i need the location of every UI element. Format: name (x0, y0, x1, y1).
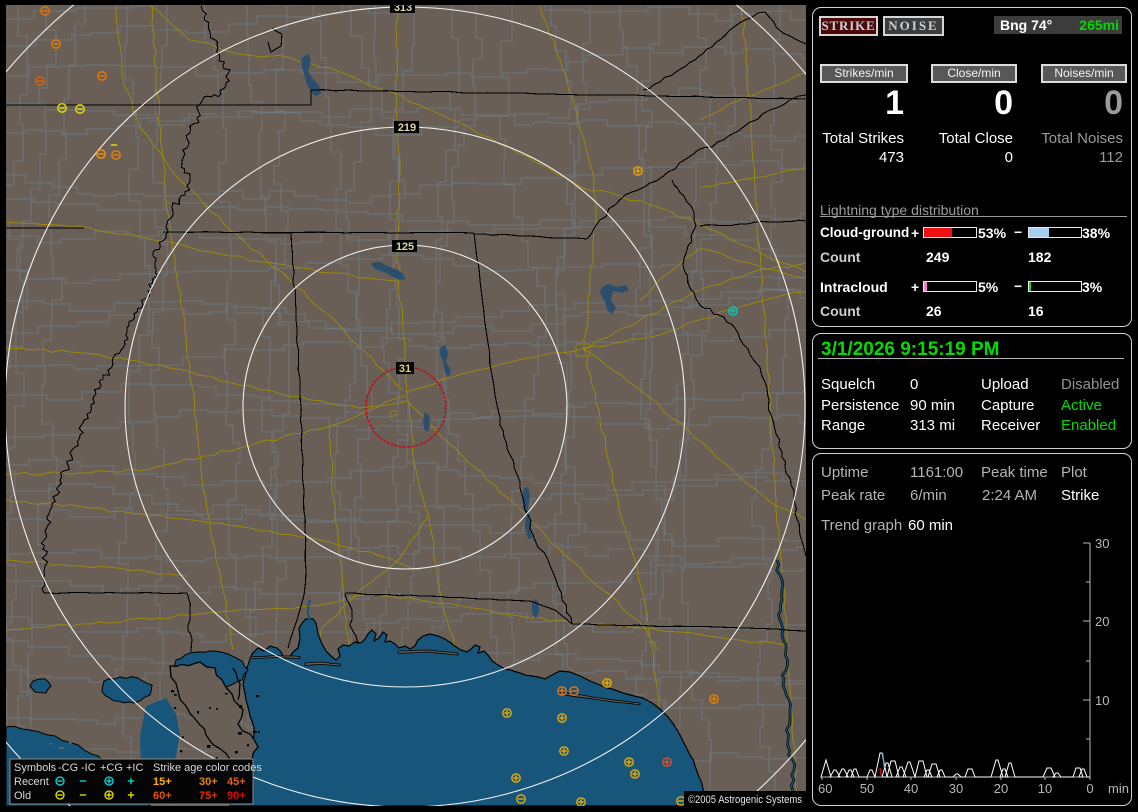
svg-text:15+: 15+ (153, 776, 172, 788)
svg-text:min: min (1108, 781, 1129, 796)
svg-text:10: 10 (1095, 693, 1109, 708)
svg-text:50: 50 (860, 781, 874, 796)
svg-text:10: 10 (1038, 781, 1052, 796)
svg-text:Recent: Recent (14, 776, 49, 788)
svg-text:+CG: +CG (100, 762, 123, 774)
svg-text:-IC: -IC (81, 762, 96, 774)
svg-text:Old: Old (14, 790, 31, 802)
svg-text:+IC: +IC (126, 762, 143, 774)
svg-text:219: 219 (398, 122, 416, 134)
svg-text:90+: 90+ (227, 790, 246, 802)
svg-text:30: 30 (949, 781, 963, 796)
svg-text:Strike age color codes: Strike age color codes (153, 762, 262, 774)
svg-text:-CG: -CG (58, 762, 78, 774)
svg-text:45+: 45+ (227, 776, 246, 788)
svg-text:30+: 30+ (199, 776, 218, 788)
svg-text:60+: 60+ (153, 790, 172, 802)
svg-text:75+: 75+ (199, 790, 218, 802)
svg-text:30: 30 (1095, 536, 1109, 551)
svg-text:20: 20 (994, 781, 1008, 796)
svg-text:60: 60 (818, 781, 832, 796)
svg-text:31: 31 (399, 363, 411, 375)
svg-text:125: 125 (396, 241, 414, 253)
svg-text:313: 313 (394, 5, 412, 14)
svg-text:Symbols: Symbols (14, 762, 57, 774)
svg-text:©2005 Astrogenic Systems: ©2005 Astrogenic Systems (688, 794, 802, 806)
svg-text:40: 40 (904, 781, 918, 796)
svg-text:20: 20 (1095, 614, 1109, 629)
svg-text:0: 0 (1086, 781, 1093, 796)
